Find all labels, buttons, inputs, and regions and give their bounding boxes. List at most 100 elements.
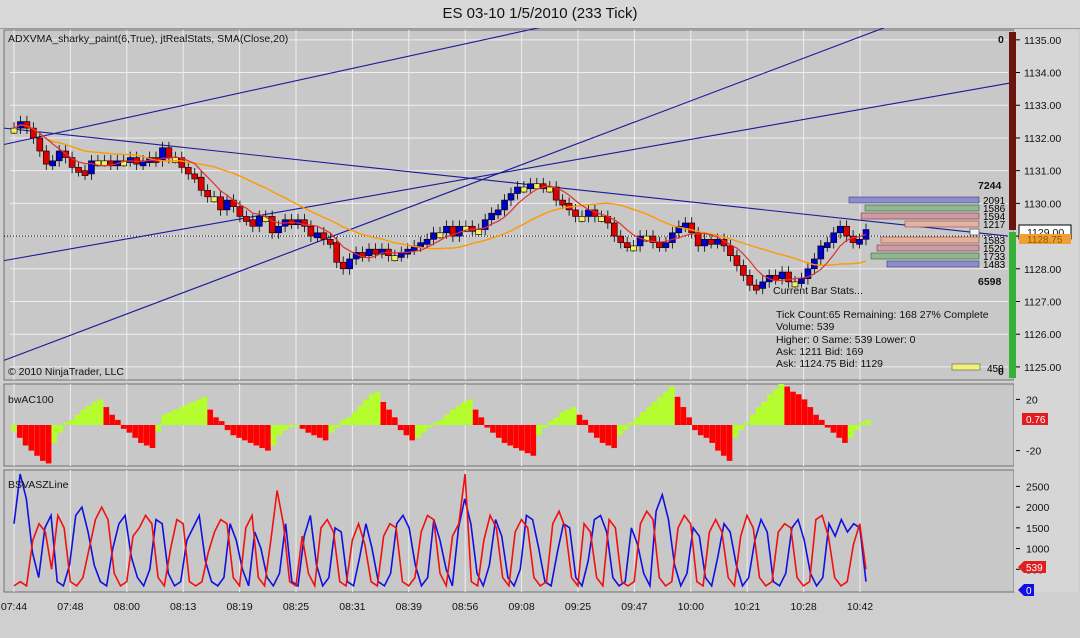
y-tick-label: 1131.00 [1024,166,1061,178]
price-bar [488,212,495,221]
osc-bar [363,399,369,425]
osc-bar [45,425,52,464]
osc-bar [461,401,467,425]
osc-tick-label: 20 [1026,394,1038,406]
osc-bar [438,419,444,425]
bid-ladder-3: 1483 [983,260,1006,271]
osc-bar [409,425,415,441]
osc-bar [201,396,208,425]
osc-bar [484,425,490,428]
price-bar [126,157,134,163]
osc-bar [801,399,808,425]
osc-bar [611,425,617,449]
osc-bar [138,425,144,443]
price-bar [365,248,373,257]
price-bar [662,242,670,248]
osc-bar [588,425,594,433]
price-bar [372,248,379,255]
osc-bar [576,414,583,425]
osc-bar [669,386,675,425]
price-tag: 1129.00 1128.75 [1018,224,1072,246]
osc-bar [628,422,635,425]
indicators-label: ADXVMA_sharky_paint(6,True), jtRealStats… [8,33,288,45]
price-bar [81,170,89,176]
osc-bar [299,425,306,429]
price-bar [42,150,50,165]
osc-bar [738,425,744,431]
bsv-tick-label: 2500 [1026,481,1050,493]
osc-bar [570,407,577,425]
osc-bar [599,425,606,443]
price-bar [55,150,63,162]
x-tick-label: 09:08 [508,601,534,613]
osc-bar [328,425,335,433]
x-tick-label: 10:42 [847,601,873,613]
osc-bar [161,414,167,425]
osc-bar [582,419,589,425]
osc-bar [697,425,704,436]
y-tick-label: 1132.00 [1024,133,1061,145]
osc-bar [178,407,185,425]
y-tick-label: 1135.00 [1024,35,1061,47]
osc-bar [536,425,542,436]
osc-bar [645,407,652,425]
osc-bar [524,425,531,454]
osc-bar [830,425,837,433]
bsv-tick-label: 1000 [1026,544,1050,556]
price-bar [598,216,605,222]
price-bar [514,186,521,194]
osc-bar [230,425,237,436]
osc-bar [449,409,456,425]
x-tick-label: 10:00 [678,601,704,613]
osc-bar [386,409,392,425]
osc-bar [824,425,831,428]
price-bar [759,281,767,289]
price-bar [656,242,663,248]
osc-bar [553,417,560,425]
osc-bar [795,394,802,425]
y-tick-label: 1134.00 [1024,68,1061,80]
osc-bar [86,405,92,425]
bid-total: 6598 [978,276,1002,288]
osc-bar [455,405,462,425]
price-bar [326,239,334,245]
price-bar [630,245,637,252]
price-bar [243,216,250,222]
price-panel-bg [3,29,1015,381]
copyright-label: © 2010 NinjaTrader, LLC [8,366,124,378]
y-tick-label: 1127.00 [1024,296,1061,308]
bsv-panel-bg [3,469,1015,593]
ask-total: 7244 [978,180,1002,192]
osc-bar [172,409,179,425]
price-bar [694,232,702,247]
price-bar [333,242,341,263]
osc-bar [293,425,300,427]
osc-bar [772,389,779,425]
price-bar [191,173,199,180]
osc-bar [22,425,29,446]
price-bar [843,225,850,237]
osc-bar [213,417,219,425]
osc-bar [357,405,364,425]
osc-bar [322,425,329,441]
osc-bar [40,425,46,461]
osc-bar [184,404,190,425]
x-tick-label: 08:13 [170,601,196,613]
osc-bar [593,425,600,438]
x-tick-label: 08:19 [226,601,252,613]
osc-bar [97,399,104,425]
price-bar [204,189,211,198]
osc-bar [605,425,612,446]
osc-bar [126,425,133,433]
bar-stats-line1: Tick Count:65 Remaining: 168 27% Complet… [776,309,989,321]
osc-bar [547,421,554,425]
osc-bar [420,425,427,433]
price-bar [184,167,192,175]
osc-bar [865,419,871,425]
osc-bar [155,425,162,432]
volume-meter-top [1009,32,1016,230]
chart-area[interactable]: 07:44 07:48 08:00 08:13 08:19 08:25 08:31 08:39… [0,28,1080,638]
osc-bar [288,425,294,428]
price-bar [746,275,754,286]
osc-bar [51,425,58,443]
